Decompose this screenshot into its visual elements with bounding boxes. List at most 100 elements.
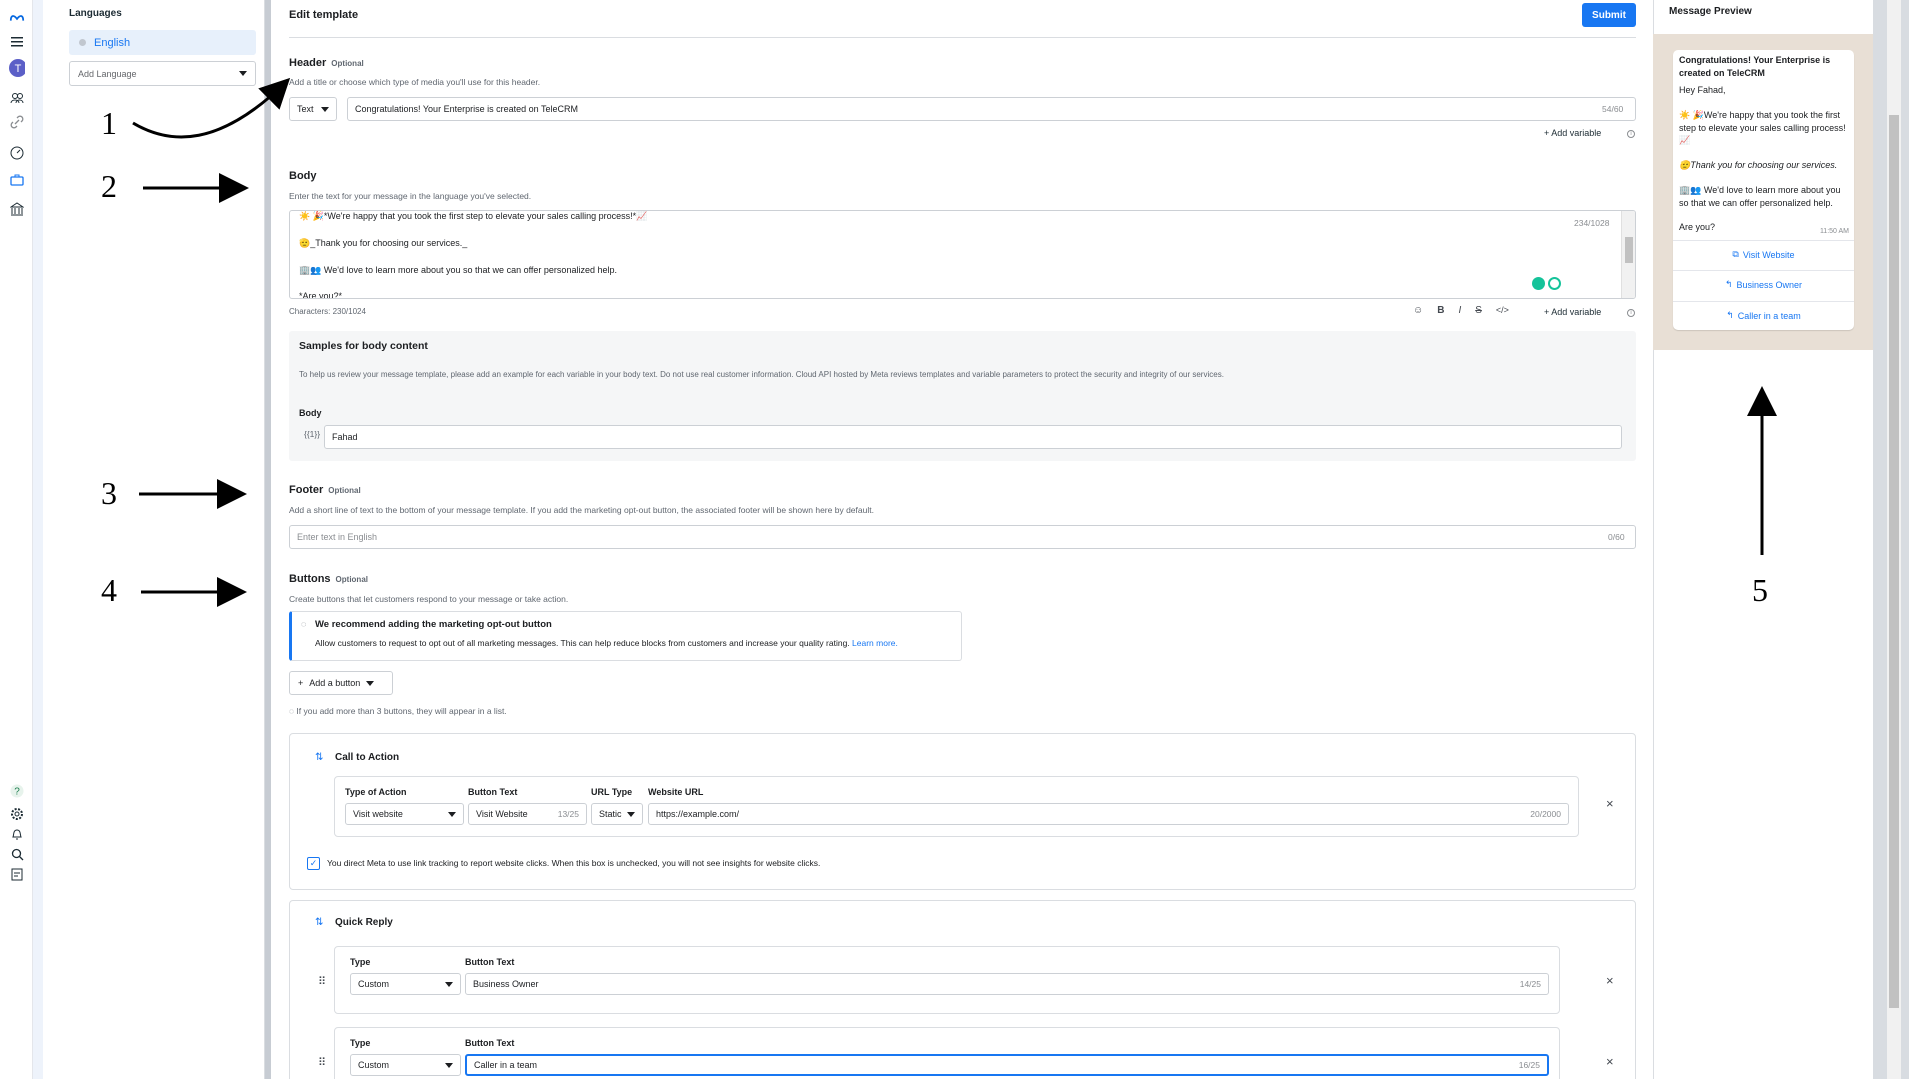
link-tracking-checkbox[interactable]: ✓ bbox=[307, 857, 320, 870]
nav-rail: T ? bbox=[0, 0, 33, 1079]
settings-gear-icon[interactable] bbox=[9, 806, 25, 822]
grammarly-icon[interactable] bbox=[1548, 277, 1561, 290]
variable-label: {{1}} bbox=[304, 429, 321, 439]
body-textarea[interactable]: ☀️ 🎉*We're happy that you took the first… bbox=[289, 210, 1636, 299]
type-label: Type bbox=[350, 957, 371, 967]
preview-visit-website-button[interactable]: ⧉ Visit Website bbox=[1673, 240, 1854, 268]
samples-description: To help us review your message template,… bbox=[299, 370, 1224, 379]
quick-reply-text-value: Caller in a team bbox=[474, 1060, 538, 1070]
quick-reply-type-select[interactable]: Custom bbox=[350, 1054, 461, 1076]
samples-body-label: Body bbox=[299, 408, 322, 418]
chevron-down-icon bbox=[445, 1062, 453, 1068]
remove-quick-reply-close-icon[interactable]: × bbox=[1606, 973, 1614, 988]
scrollbar-thumb[interactable] bbox=[1889, 115, 1899, 1008]
grammar-assistant-icon[interactable] bbox=[1532, 277, 1545, 290]
notifications-bell-icon[interactable] bbox=[9, 826, 25, 842]
search-icon[interactable] bbox=[9, 846, 25, 862]
body-line: 🫡_Thank you for choosing our services._ bbox=[299, 238, 468, 248]
buttons-description: Create buttons that let customers respon… bbox=[289, 594, 569, 604]
reorder-arrows-icon[interactable]: ⇅ bbox=[315, 752, 323, 763]
website-url-label: Website URL bbox=[648, 787, 704, 797]
learn-more-link[interactable]: Learn more. bbox=[852, 638, 898, 648]
quick-reply-row: Type Custom Button Text Business Owner 14… bbox=[334, 946, 1560, 1014]
quick-reply-text-input-focused[interactable]: Caller in a team 16/25 bbox=[465, 1054, 1549, 1076]
add-button-dropdown[interactable]: + Add a button bbox=[289, 671, 393, 695]
header-add-variable-button[interactable]: + Add variable bbox=[1544, 128, 1601, 138]
preview-paragraph: Are you? bbox=[1679, 222, 1716, 232]
submit-button[interactable]: Submit bbox=[1582, 3, 1636, 27]
chevron-down-icon bbox=[627, 811, 635, 817]
help-icon[interactable]: ? bbox=[9, 783, 25, 799]
preview-button-label: Caller in a team bbox=[1737, 310, 1801, 321]
cta-button-text-input[interactable]: Visit Website 13/25 bbox=[468, 803, 587, 825]
action-type-value: Visit website bbox=[353, 809, 403, 819]
rail-divider bbox=[33, 0, 43, 1079]
svg-text:?: ? bbox=[14, 787, 20, 798]
code-icon[interactable]: </> bbox=[1496, 305, 1509, 316]
language-item-english[interactable]: English bbox=[69, 30, 256, 55]
annotation-number: 3 bbox=[101, 475, 117, 511]
type-label: Type bbox=[350, 1038, 371, 1048]
url-type-select[interactable]: Static bbox=[591, 803, 643, 825]
annotation-number: 2 bbox=[101, 168, 117, 204]
body-character-counter: Characters: 230/1024 bbox=[289, 307, 366, 316]
contacts-icon[interactable] bbox=[9, 90, 25, 106]
preview-paragraph: ☀️ 🎉We're happy that you took the first … bbox=[1679, 110, 1846, 145]
buttons-hint-wrap: ◌ If you add more than 3 buttons, they w… bbox=[289, 706, 507, 716]
header-title: Header bbox=[289, 57, 327, 69]
action-type-select[interactable]: Visit website bbox=[345, 803, 464, 825]
url-type-label: URL Type bbox=[591, 787, 633, 797]
insights-icon[interactable] bbox=[9, 145, 25, 161]
remove-quick-reply-close-icon[interactable]: × bbox=[1606, 1054, 1614, 1069]
bold-icon[interactable]: B bbox=[1437, 305, 1444, 316]
link-icon[interactable] bbox=[9, 114, 25, 130]
quick-reply-type-select[interactable]: Custom bbox=[350, 973, 461, 995]
samples-panel: Samples for body content To help us revi… bbox=[289, 331, 1636, 461]
menu-icon[interactable] bbox=[9, 34, 25, 50]
remove-cta-close-icon[interactable]: × bbox=[1606, 796, 1614, 811]
info-icon[interactable]: i bbox=[1627, 309, 1635, 317]
tools-icon[interactable] bbox=[9, 172, 25, 188]
body-add-variable-button[interactable]: + Add variable bbox=[1544, 307, 1601, 317]
language-status-dot bbox=[79, 39, 86, 46]
quick-reply-text-count: 14/25 bbox=[1519, 979, 1541, 989]
emoji-icon[interactable]: ☺ bbox=[1413, 305, 1423, 316]
annotation-number: 1 bbox=[101, 105, 117, 141]
cta-title: Call to Action bbox=[335, 752, 400, 763]
preview-paragraph: 🫡Thank you for choosing our services. bbox=[1679, 160, 1838, 170]
add-button-label: Add a button bbox=[309, 678, 361, 688]
chevron-down-icon bbox=[448, 811, 456, 817]
message-bubble: Congratulations! Your Enterprise is crea… bbox=[1673, 50, 1854, 330]
body-description: Enter the text for your message in the l… bbox=[289, 191, 532, 201]
reorder-arrows-icon[interactable]: ⇅ bbox=[315, 917, 323, 928]
italic-icon[interactable]: I bbox=[1458, 305, 1461, 316]
drag-handle-icon[interactable]: ⠿ bbox=[318, 1056, 326, 1069]
page-scrollbar[interactable] bbox=[1887, 0, 1901, 1079]
drag-handle-icon[interactable]: ⠿ bbox=[318, 975, 326, 988]
header-type-select[interactable]: Text bbox=[289, 97, 337, 121]
report-icon[interactable] bbox=[9, 866, 25, 882]
scrollbar-thumb[interactable] bbox=[1625, 237, 1633, 263]
optional-tag: Optional bbox=[328, 486, 361, 495]
preview-business-owner-button[interactable]: ↰ Business Owner bbox=[1673, 270, 1854, 298]
bank-icon[interactable] bbox=[9, 201, 25, 217]
meta-logo-icon[interactable] bbox=[9, 10, 25, 26]
page: T ? Languages English Add Language Edit … bbox=[0, 0, 1909, 1079]
quick-reply-text-input[interactable]: Business Owner 14/25 bbox=[465, 973, 1549, 995]
preview-title: Message Preview bbox=[1669, 6, 1752, 17]
preview-caller-button[interactable]: ↰ Caller in a team bbox=[1673, 301, 1854, 329]
footer-text-input[interactable]: Enter text in English bbox=[289, 525, 1636, 549]
body-scrollbar[interactable] bbox=[1621, 211, 1635, 298]
strikethrough-icon[interactable]: S bbox=[1475, 305, 1482, 316]
reply-arrow-icon: ↰ bbox=[1726, 310, 1734, 320]
variable-sample-input[interactable]: Fahad bbox=[324, 425, 1622, 449]
header-text-input[interactable]: Congratulations! Your Enterprise is crea… bbox=[347, 97, 1636, 121]
website-url-input[interactable]: https://example.com/20/2000 bbox=[648, 803, 1569, 825]
action-type-label: Type of Action bbox=[345, 787, 407, 797]
chevron-down-icon bbox=[239, 71, 247, 76]
add-language-select[interactable]: Add Language bbox=[69, 61, 256, 86]
account-avatar-icon[interactable]: T bbox=[9, 59, 25, 77]
preview-button-label: Visit Website bbox=[1742, 249, 1795, 260]
info-icon[interactable]: i bbox=[1627, 130, 1635, 138]
divider bbox=[289, 37, 1636, 38]
